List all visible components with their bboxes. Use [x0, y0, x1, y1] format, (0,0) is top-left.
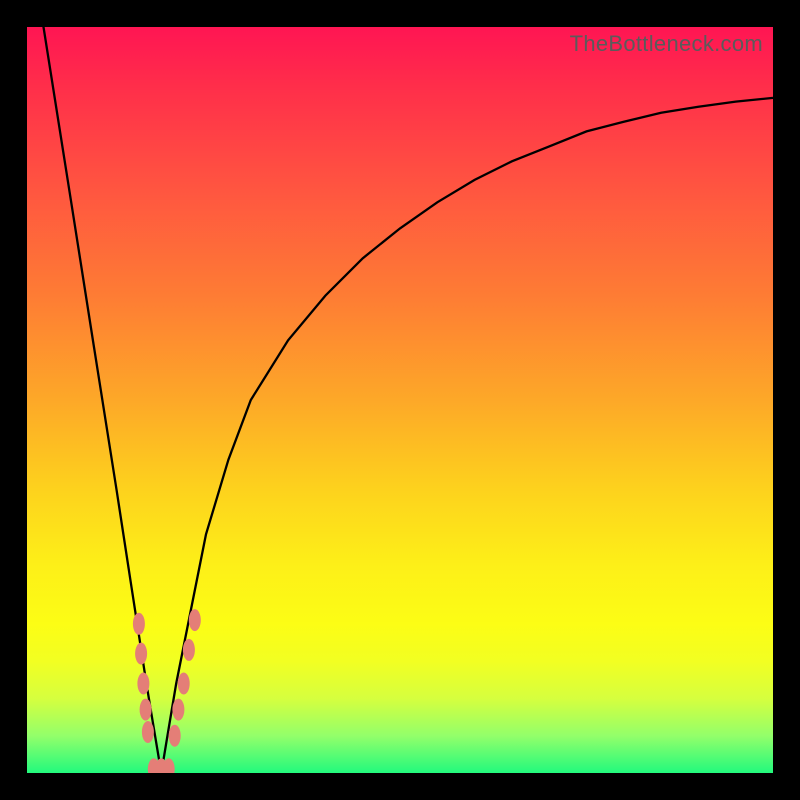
marker-group	[133, 609, 201, 773]
data-marker	[137, 673, 149, 695]
plot-area: TheBottleneck.com	[27, 27, 773, 773]
data-marker	[140, 699, 152, 721]
data-marker	[135, 643, 147, 665]
data-marker	[133, 613, 145, 635]
data-marker	[169, 725, 181, 747]
data-marker	[172, 699, 184, 721]
data-marker	[189, 609, 201, 631]
chart-svg	[27, 27, 773, 773]
data-marker	[183, 639, 195, 661]
chart-frame: TheBottleneck.com	[0, 0, 800, 800]
data-marker	[142, 721, 154, 743]
data-marker	[178, 673, 190, 695]
